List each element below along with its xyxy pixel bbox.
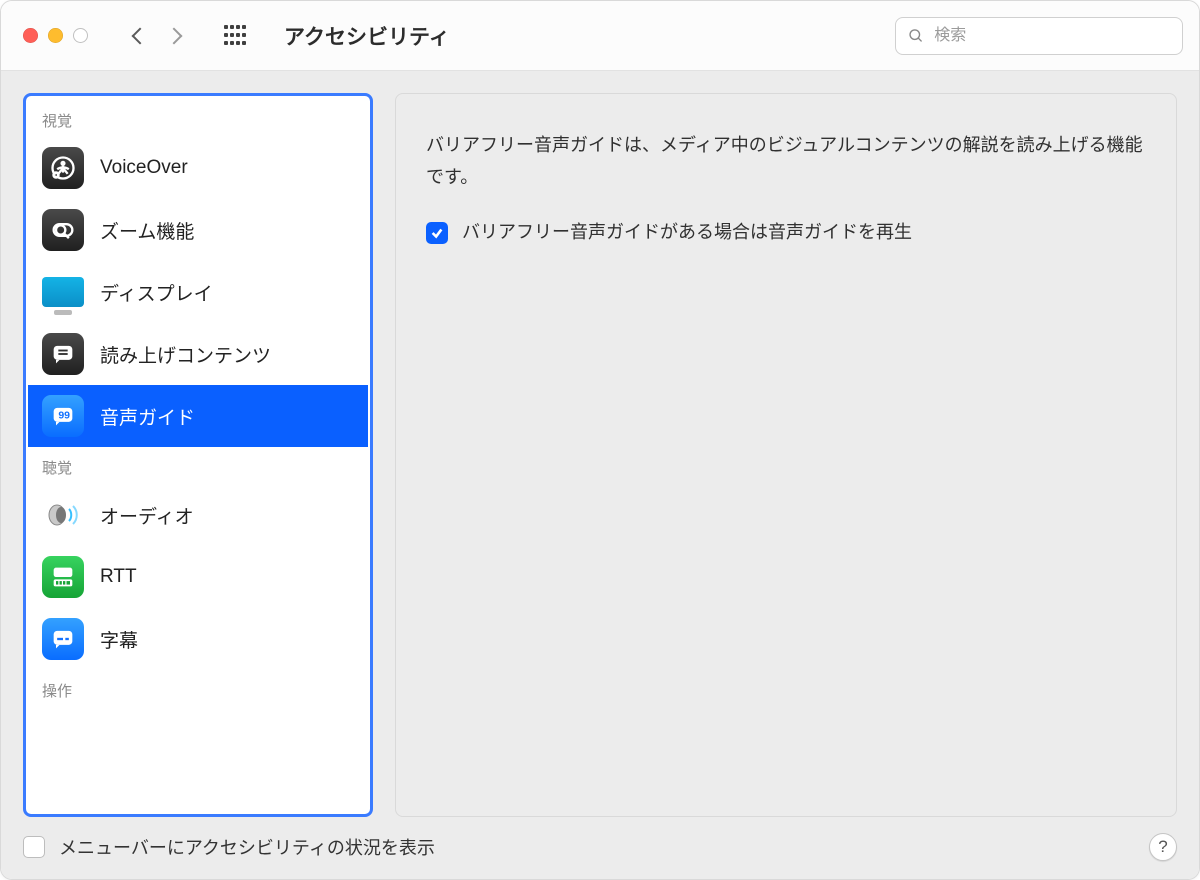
sidebar-item-label: RTT — [100, 566, 137, 588]
captions-icon — [42, 618, 84, 660]
sidebar-item-audio[interactable]: オーディオ — [28, 484, 368, 546]
play-audio-descriptions-row[interactable]: バリアフリー音声ガイドがある場合は音声ガイドを再生 — [426, 217, 1146, 249]
toolbar-nav — [134, 30, 180, 42]
sidebar-item-label: ディスプレイ — [100, 279, 213, 306]
audio-icon — [42, 494, 84, 536]
spoken-content-icon — [42, 333, 84, 375]
sidebar-item-zoom[interactable]: ズーム機能 — [28, 199, 368, 261]
window-title: アクセシビリティ — [284, 21, 450, 51]
footer: メニューバーにアクセシビリティの状況を表示 ? — [1, 829, 1199, 879]
sidebar-item-spoken-content[interactable]: 読み上げコンテンツ — [28, 323, 368, 385]
play-audio-descriptions-checkbox[interactable] — [426, 222, 448, 244]
svg-text:99: 99 — [58, 409, 70, 421]
sidebar-item-display[interactable]: ディスプレイ — [28, 261, 368, 323]
search-input[interactable] — [932, 26, 1170, 46]
zoom-window-button[interactable] — [73, 28, 88, 43]
search-field[interactable] — [895, 17, 1183, 55]
search-icon — [908, 27, 924, 45]
zoom-icon — [42, 209, 84, 251]
rtt-icon — [42, 556, 84, 598]
sidebar-item-rtt[interactable]: RTT — [28, 546, 368, 608]
toolbar: アクセシビリティ — [1, 1, 1199, 71]
display-icon — [42, 271, 84, 313]
sidebar-item-captions[interactable]: 字幕 — [28, 608, 368, 670]
sidebar-item-audio-descriptions[interactable]: 99 音声ガイド — [28, 385, 368, 447]
window-controls — [23, 28, 88, 43]
sidebar[interactable]: 視覚 VoiceOver ズーム機能 — [28, 98, 368, 812]
panel-description: バリアフリー音声ガイドは、メディア中のビジュアルコンテンツの解説を読み上げる機能… — [426, 130, 1146, 193]
body: 視覚 VoiceOver ズーム機能 — [1, 71, 1199, 829]
show-in-menubar-label: メニューバーにアクセシビリティの状況を表示 — [59, 834, 435, 860]
sidebar-group-interaction: 操作 — [28, 670, 368, 707]
detail-panel: バリアフリー音声ガイドは、メディア中のビジュアルコンテンツの解説を読み上げる機能… — [395, 93, 1177, 817]
audio-descriptions-icon: 99 — [42, 395, 84, 437]
show-all-button[interactable] — [224, 25, 246, 47]
sidebar-group-hearing: 聴覚 — [28, 447, 368, 484]
preferences-window: アクセシビリティ 視覚 VoiceOver — [0, 0, 1200, 880]
sidebar-item-label: 字幕 — [100, 626, 138, 653]
sidebar-item-label: 音声ガイド — [100, 403, 195, 430]
sidebar-item-label: オーディオ — [100, 502, 194, 529]
sidebar-item-label: 読み上げコンテンツ — [100, 341, 271, 368]
back-button[interactable] — [132, 27, 149, 44]
show-in-menubar-checkbox[interactable] — [23, 836, 45, 858]
sidebar-item-label: VoiceOver — [100, 157, 188, 179]
sidebar-group-vision: 視覚 — [28, 100, 368, 137]
close-window-button[interactable] — [23, 28, 38, 43]
forward-button[interactable] — [166, 27, 183, 44]
help-button[interactable]: ? — [1149, 833, 1177, 861]
play-audio-descriptions-label: バリアフリー音声ガイドがある場合は音声ガイドを再生 — [462, 217, 912, 249]
sidebar-focused-frame: 視覚 VoiceOver ズーム機能 — [23, 93, 373, 817]
sidebar-item-label: ズーム機能 — [100, 217, 194, 244]
voiceover-icon — [42, 147, 84, 189]
minimize-window-button[interactable] — [48, 28, 63, 43]
sidebar-item-voiceover[interactable]: VoiceOver — [28, 137, 368, 199]
